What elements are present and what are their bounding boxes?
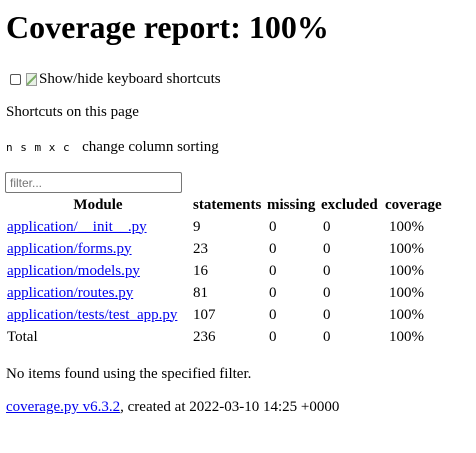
broken-image-icon (26, 72, 37, 86)
total-row: Total 236 0 0 100% (5, 326, 447, 348)
keyboard-shortcuts-checkbox[interactable] (10, 73, 21, 85)
excluded-cell: 0 (323, 262, 331, 279)
missing-cell: 0 (269, 306, 277, 323)
coverage-cell: 100% (389, 284, 424, 301)
statements-cell: 16 (193, 262, 208, 279)
total-statements: 236 (193, 328, 216, 345)
excluded-cell: 0 (323, 284, 331, 301)
table-row: application/forms.py 23 0 0 100% (5, 238, 447, 260)
shortcuts-title: Shortcuts on this page (6, 104, 139, 120)
module-cell: application/forms.py (5, 238, 191, 260)
statements-cell: 81 (193, 284, 208, 301)
total-missing: 0 (269, 328, 277, 345)
excluded-cell: 0 (323, 218, 331, 235)
column-header-statements[interactable]: statements (191, 195, 265, 216)
keyboard-shortcuts-toggle-row: Show/hide keyboard shortcuts (8, 70, 221, 88)
keyboard-shortcuts-image-alt: Show/hide keyboard shortcuts (39, 70, 221, 87)
table-header-row: Module statements missing excluded cover… (5, 195, 447, 216)
shortcut-keys: n s m x c (6, 141, 71, 154)
coverage-report-page: Coverage report: 100% Show/hide keyboard… (0, 0, 476, 453)
column-header-coverage[interactable]: coverage (383, 195, 447, 216)
module-cell: application/tests/test_app.py (5, 304, 191, 326)
module-link[interactable]: application/forms.py (7, 241, 132, 257)
total-excluded: 0 (323, 328, 331, 345)
module-link[interactable]: application/__init__.py (7, 219, 147, 235)
shortcut-description: change column sorting (82, 139, 219, 155)
no-items-message: No items found using the specified filte… (6, 366, 252, 382)
footer: coverage.py v6.3.2, created at 2022-03-1… (6, 399, 339, 416)
column-header-missing[interactable]: missing (265, 195, 319, 216)
keyboard-shortcuts-image[interactable]: Show/hide keyboard shortcuts (26, 71, 221, 88)
page-title: Coverage report: 100% (6, 9, 329, 45)
excluded-cell: 0 (323, 306, 331, 323)
excluded-cell: 0 (323, 240, 331, 257)
module-cell: application/__init__.py (5, 216, 191, 238)
shortcut-row: n s m x c change column sorting (6, 139, 219, 156)
filter-input[interactable] (5, 172, 182, 193)
statements-cell: 9 (193, 218, 201, 235)
total-coverage: 100% (389, 328, 424, 345)
total-label: Total (7, 328, 38, 345)
missing-cell: 0 (269, 284, 277, 301)
table-row: application/routes.py 81 0 0 100% (5, 282, 447, 304)
table-row: application/__init__.py 9 0 0 100% (5, 216, 447, 238)
module-cell: application/models.py (5, 260, 191, 282)
coverage-table: Module statements missing excluded cover… (5, 195, 447, 348)
table-row: application/models.py 16 0 0 100% (5, 260, 447, 282)
coverage-cell: 100% (389, 306, 424, 323)
module-link[interactable]: application/routes.py (7, 285, 133, 301)
statements-cell: 107 (193, 306, 216, 323)
table-row: application/tests/test_app.py 107 0 0 10… (5, 304, 447, 326)
module-link[interactable]: application/models.py (7, 263, 140, 279)
footer-created-at: , created at 2022-03-10 14:25 +0000 (120, 399, 340, 415)
coverage-cell: 100% (389, 262, 424, 279)
module-link[interactable]: application/tests/test_app.py (7, 307, 177, 323)
coverage-py-link[interactable]: coverage.py v6.3.2 (6, 399, 120, 415)
statements-cell: 23 (193, 240, 208, 257)
column-header-module[interactable]: Module (5, 195, 191, 216)
module-cell: application/routes.py (5, 282, 191, 304)
coverage-cell: 100% (389, 240, 424, 257)
missing-cell: 0 (269, 240, 277, 257)
coverage-cell: 100% (389, 218, 424, 235)
missing-cell: 0 (269, 218, 277, 235)
missing-cell: 0 (269, 262, 277, 279)
column-header-excluded[interactable]: excluded (319, 195, 383, 216)
